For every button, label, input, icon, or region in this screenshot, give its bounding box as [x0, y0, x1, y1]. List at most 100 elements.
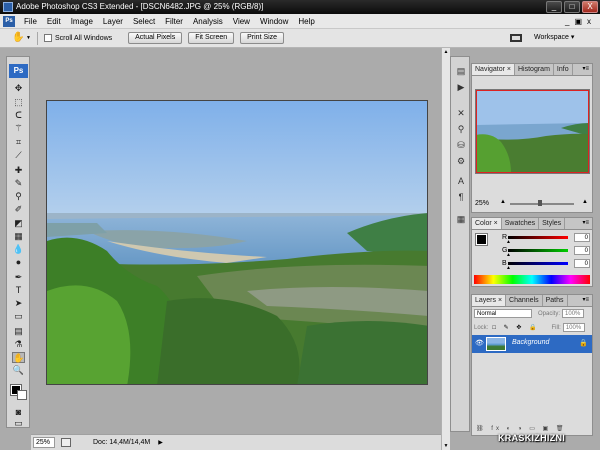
- path-selection-tool-icon[interactable]: ➤: [12, 298, 25, 309]
- layer-name[interactable]: Background: [512, 339, 549, 346]
- slider-thumb[interactable]: [538, 200, 542, 206]
- tab-histogram[interactable]: Histogram: [515, 64, 554, 75]
- status-info-icon[interactable]: [61, 438, 71, 447]
- green-slider[interactable]: [508, 249, 568, 252]
- quick-mask-icon[interactable]: ◙: [12, 407, 25, 418]
- panel-menu-icon[interactable]: ▾≡: [582, 219, 589, 226]
- menu-window[interactable]: Window: [255, 14, 293, 29]
- tab-channels[interactable]: Channels: [506, 295, 543, 306]
- layer-comps-panel-icon[interactable]: ⛁: [455, 139, 467, 151]
- menu-help[interactable]: Help: [293, 14, 319, 29]
- background-color-swatch[interactable]: [17, 390, 27, 400]
- vertical-scrollbar[interactable]: ▲ ▼: [441, 48, 450, 450]
- tool-presets-panel-icon[interactable]: ✕: [455, 107, 467, 119]
- eye-icon[interactable]: 👁: [475, 339, 484, 347]
- zoom-tool-icon[interactable]: 🔍: [12, 365, 25, 376]
- tab-navigator[interactable]: Navigator ×: [472, 64, 515, 75]
- crop-tool-icon[interactable]: ⌗: [12, 137, 25, 148]
- healing-brush-tool-icon[interactable]: ✚: [12, 165, 25, 176]
- spectrum-ramp[interactable]: [474, 275, 590, 284]
- screen-mode-icon[interactable]: ▭: [12, 419, 25, 428]
- document-canvas[interactable]: [46, 100, 428, 385]
- actions-panel-icon[interactable]: ▶: [455, 81, 467, 93]
- workspace-icon[interactable]: [509, 32, 523, 44]
- eraser-tool-icon[interactable]: ◩: [12, 218, 25, 229]
- red-slider-thumb[interactable]: ▲: [506, 239, 511, 245]
- animation-panel-icon[interactable]: ▦: [455, 213, 467, 225]
- scroll-up-icon[interactable]: ▲: [442, 48, 450, 56]
- tab-color[interactable]: Color ×: [472, 218, 502, 229]
- clone-source-panel-icon[interactable]: ⚲: [455, 123, 467, 135]
- blur-tool-icon[interactable]: 💧: [12, 244, 25, 255]
- actual-pixels-button[interactable]: Actual Pixels: [128, 32, 183, 44]
- lock-icons[interactable]: □ ✎ ✥ 🔒: [492, 324, 539, 331]
- blue-value-field[interactable]: 0: [574, 259, 590, 268]
- hand-tool-icon[interactable]: ✋: [12, 352, 25, 363]
- scroll-all-windows-checkbox[interactable]: [43, 34, 52, 42]
- maximize-button[interactable]: □: [564, 1, 580, 13]
- zoom-level-field[interactable]: 25%: [33, 437, 55, 448]
- notes-tool-icon[interactable]: ▤: [12, 326, 25, 337]
- doc-restore-button[interactable]: ▣: [574, 17, 587, 26]
- navigator-zoom-value[interactable]: 25%: [475, 200, 489, 207]
- paragraph-panel-icon[interactable]: ¶: [455, 191, 467, 203]
- blend-mode-select[interactable]: Normal: [474, 309, 532, 318]
- navigator-view-box[interactable]: [476, 90, 589, 173]
- status-menu-arrow-icon[interactable]: ▶: [158, 439, 163, 446]
- fill-field[interactable]: 100%: [562, 323, 585, 332]
- layer-row-background[interactable]: 👁 Background 🔒: [472, 335, 592, 353]
- close-button[interactable]: X: [582, 1, 598, 13]
- opacity-field[interactable]: 100%: [562, 309, 585, 318]
- pen-tool-icon[interactable]: ✒: [12, 272, 25, 283]
- clone-stamp-tool-icon[interactable]: ⚲: [12, 191, 25, 202]
- character-panel-icon[interactable]: A: [455, 175, 467, 187]
- navigator-thumbnail[interactable]: [475, 89, 590, 174]
- eyedropper-tool-icon[interactable]: ⚗: [12, 339, 25, 350]
- fit-screen-button[interactable]: Fit Screen: [188, 32, 235, 44]
- document-icon[interactable]: Ps: [3, 15, 15, 27]
- layers-footer-icons[interactable]: ⛓ fx ◐ ◑ ▭ ▣ 🗑: [472, 425, 592, 433]
- red-slider[interactable]: [508, 236, 568, 239]
- measurement-panel-icon[interactable]: ⚙: [455, 155, 467, 167]
- shape-tool-icon[interactable]: ▭: [12, 311, 25, 322]
- tab-layers[interactable]: Layers ×: [472, 295, 507, 306]
- print-size-button[interactable]: Print Size: [240, 32, 285, 44]
- menu-layer[interactable]: Layer: [98, 14, 128, 29]
- menu-select[interactable]: Select: [128, 14, 160, 29]
- lasso-tool-icon[interactable]: ᑕ: [12, 110, 25, 121]
- navigator-zoom-slider[interactable]: ▲ ▲: [500, 199, 588, 206]
- gradient-tool-icon[interactable]: ▦: [12, 231, 25, 242]
- menu-analysis[interactable]: Analysis: [188, 14, 228, 29]
- slice-tool-icon[interactable]: ⟋: [12, 150, 25, 161]
- blue-slider-thumb[interactable]: ▲: [506, 265, 511, 271]
- panel-menu-icon[interactable]: ▾≡: [582, 65, 589, 72]
- menu-file[interactable]: File: [19, 14, 42, 29]
- tab-paths[interactable]: Paths: [543, 295, 568, 306]
- dodge-tool-icon[interactable]: ●: [12, 257, 25, 268]
- scroll-down-icon[interactable]: ▼: [442, 442, 450, 450]
- menu-filter[interactable]: Filter: [160, 14, 188, 29]
- green-slider-thumb[interactable]: ▲: [506, 252, 511, 258]
- photoshop-logo[interactable]: Ps: [9, 64, 28, 78]
- panel-menu-icon[interactable]: ▾≡: [582, 296, 589, 303]
- menu-view[interactable]: View: [228, 14, 255, 29]
- doc-close-button[interactable]: x: [587, 17, 596, 26]
- type-tool-icon[interactable]: T: [12, 285, 25, 296]
- blue-slider[interactable]: [508, 262, 568, 265]
- magic-wand-tool-icon[interactable]: ⚚: [12, 123, 25, 134]
- marquee-tool-icon[interactable]: ⬚: [12, 97, 25, 108]
- history-brush-tool-icon[interactable]: ✐: [12, 204, 25, 215]
- zoom-in-icon[interactable]: ▲: [582, 199, 588, 205]
- tab-swatches[interactable]: Swatches: [502, 218, 540, 229]
- menu-edit[interactable]: Edit: [42, 14, 66, 29]
- minimize-button[interactable]: _: [546, 1, 562, 13]
- tab-styles[interactable]: Styles: [539, 218, 566, 229]
- menu-image[interactable]: Image: [66, 14, 98, 29]
- red-value-field[interactable]: 0: [574, 233, 590, 242]
- zoom-out-icon[interactable]: ▲: [500, 199, 506, 205]
- hand-tool-icon[interactable]: ✋: [12, 32, 24, 44]
- workspace-menu[interactable]: Workspace ▾: [534, 32, 574, 44]
- brushes-panel-icon[interactable]: ▤: [455, 65, 467, 77]
- move-tool-icon[interactable]: ✥: [12, 83, 25, 94]
- brush-tool-icon[interactable]: ✎: [12, 178, 25, 189]
